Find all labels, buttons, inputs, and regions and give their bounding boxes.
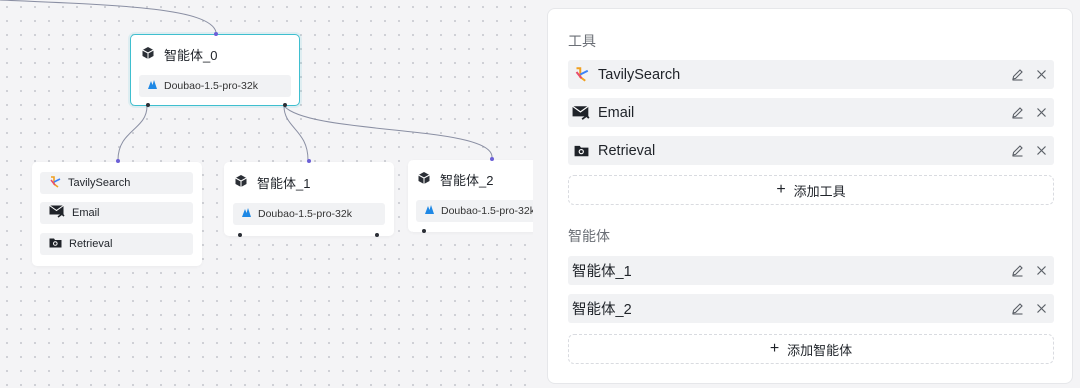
add-tool-label: 添加工具 bbox=[793, 183, 846, 199]
agents-section-title: 智能体 bbox=[568, 228, 610, 244]
model-name: Doubao-1.5-pro-32k bbox=[258, 208, 352, 220]
tools-node-item-tavily: TavilySearch bbox=[40, 172, 193, 194]
tools-section-title: 工具 bbox=[568, 33, 596, 49]
tool-row-label: Retrieval bbox=[598, 142, 656, 159]
close-icon[interactable] bbox=[1034, 264, 1048, 278]
cube-icon bbox=[417, 171, 431, 188]
close-icon[interactable] bbox=[1034, 106, 1048, 120]
agent-node-2-header: 智能体_2 bbox=[417, 170, 493, 189]
tool-row-label: Email bbox=[598, 104, 635, 121]
tools-node-item-email: Email bbox=[40, 202, 193, 224]
input-handle[interactable] bbox=[307, 159, 311, 163]
plus-icon: + bbox=[776, 181, 786, 198]
output-handle-right[interactable] bbox=[283, 103, 287, 107]
agent-node-0-model: Doubao-1.5-pro-32k bbox=[139, 75, 291, 97]
agent-node-2[interactable]: 智能体_2 Doubao-1.5-pro-32k bbox=[408, 157, 533, 233]
tavily-icon bbox=[49, 175, 61, 191]
output-handle-left[interactable] bbox=[422, 229, 426, 233]
agent-row-1[interactable]: 智能体_1 bbox=[568, 256, 1054, 285]
plus-icon: + bbox=[769, 340, 780, 357]
agent-node-0-header: 智能体_0 bbox=[141, 45, 217, 64]
model-name: Doubao-1.5-pro-32k bbox=[441, 205, 533, 217]
tavily-icon bbox=[572, 66, 590, 84]
tools-node-item-retrieval: Retrieval bbox=[40, 233, 193, 255]
edit-icon[interactable] bbox=[1010, 264, 1024, 278]
input-handle[interactable] bbox=[116, 159, 120, 163]
edit-icon[interactable] bbox=[1010, 302, 1024, 316]
add-agent-label: 添加智能体 bbox=[787, 342, 853, 358]
close-icon[interactable] bbox=[1034, 68, 1048, 82]
tool-label: Email bbox=[72, 207, 100, 219]
retrieval-icon bbox=[572, 142, 590, 160]
add-tool-button[interactable]: + 添加工具 bbox=[568, 175, 1054, 205]
output-handle-left[interactable] bbox=[238, 233, 242, 237]
model-icon bbox=[147, 79, 158, 93]
input-handle[interactable] bbox=[214, 32, 218, 36]
config-panel: 工具 TavilySearch Email Retrieval + 添加工具 智… bbox=[533, 0, 1080, 388]
agent-node-2-title: 智能体_2 bbox=[440, 173, 494, 188]
add-agent-button[interactable]: + 添加智能体 bbox=[568, 334, 1054, 364]
agent-node-0[interactable]: 智能体_0 Doubao-1.5-pro-32k bbox=[130, 32, 300, 107]
tool-row-label: TavilySearch bbox=[598, 66, 681, 83]
edit-icon[interactable] bbox=[1010, 106, 1024, 120]
tool-label: Retrieval bbox=[69, 238, 113, 250]
email-icon bbox=[49, 205, 65, 221]
agent-row-label: 智能体_1 bbox=[572, 264, 632, 280]
model-name: Doubao-1.5-pro-32k bbox=[164, 80, 258, 92]
tool-row-tavily[interactable]: TavilySearch bbox=[568, 60, 1054, 89]
agent-node-0-title: 智能体_0 bbox=[164, 48, 218, 63]
cube-icon bbox=[141, 46, 155, 63]
agent-node-1-title: 智能体_1 bbox=[257, 176, 311, 191]
edge-root-to-agent-1 bbox=[283, 105, 309, 161]
model-icon bbox=[241, 207, 252, 221]
email-icon bbox=[572, 104, 590, 122]
agent-row-label: 智能体_2 bbox=[572, 302, 632, 318]
workflow-canvas[interactable]: 智能体_0 Doubao-1.5-pro-32k TavilySearch Em… bbox=[0, 0, 533, 388]
edge-root-to-agent-2 bbox=[283, 105, 493, 158]
edit-icon[interactable] bbox=[1010, 144, 1024, 158]
close-icon[interactable] bbox=[1034, 144, 1048, 158]
output-handle-left[interactable] bbox=[146, 103, 150, 107]
cube-icon bbox=[234, 174, 248, 191]
output-handle-right[interactable] bbox=[375, 233, 379, 237]
config-card: 工具 TavilySearch Email Retrieval + 添加工具 智… bbox=[547, 8, 1073, 384]
tool-row-email[interactable]: Email bbox=[568, 98, 1054, 127]
tools-node[interactable]: TavilySearch Email Retrieval bbox=[32, 159, 202, 266]
model-icon bbox=[424, 204, 435, 218]
agent-node-2-model: Doubao-1.5-pro-32k bbox=[416, 200, 533, 222]
close-icon[interactable] bbox=[1034, 302, 1048, 316]
retrieval-icon bbox=[49, 237, 62, 251]
edit-icon[interactable] bbox=[1010, 68, 1024, 82]
input-handle[interactable] bbox=[490, 157, 494, 161]
tool-row-retrieval[interactable]: Retrieval bbox=[568, 136, 1054, 165]
agent-node-1-header: 智能体_1 bbox=[234, 173, 310, 192]
edge-incoming bbox=[0, 0, 217, 33]
agent-node-1[interactable]: 智能体_1 Doubao-1.5-pro-32k bbox=[224, 159, 394, 237]
agent-row-2[interactable]: 智能体_2 bbox=[568, 294, 1054, 323]
edge-root-to-tools bbox=[117, 105, 148, 161]
agent-node-1-model: Doubao-1.5-pro-32k bbox=[233, 203, 385, 225]
tool-label: TavilySearch bbox=[68, 177, 131, 189]
